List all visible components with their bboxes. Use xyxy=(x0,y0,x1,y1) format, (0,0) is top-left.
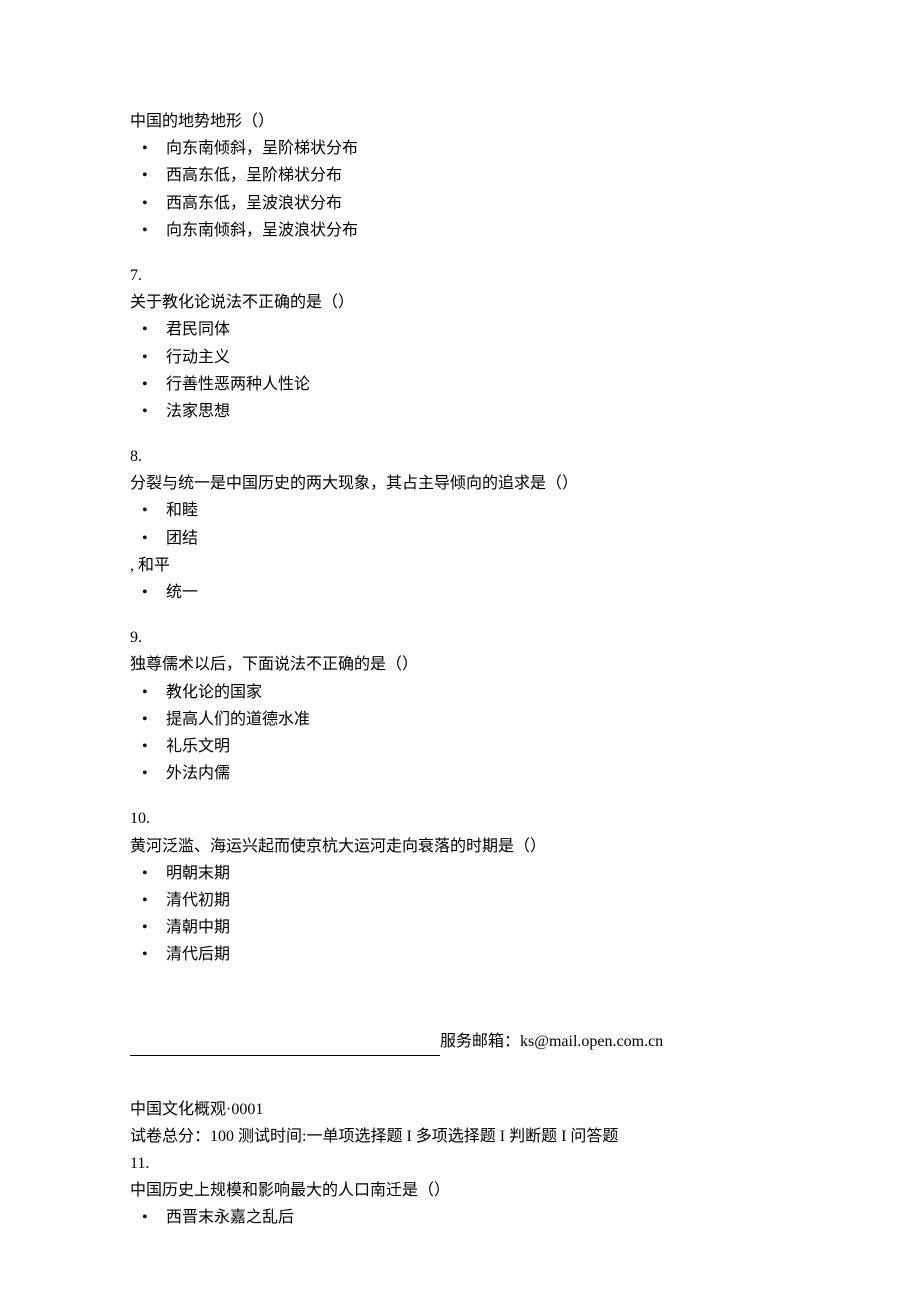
option-item: 教化论的国家 xyxy=(130,679,790,706)
option-list: 统一 xyxy=(130,579,790,606)
question-number: 9. xyxy=(130,624,790,651)
question-number: 11. xyxy=(130,1150,790,1177)
exam-title: 中国文化概观·0001 xyxy=(130,1096,790,1123)
option-item: 明朝末期 xyxy=(130,860,790,887)
option-item: 向东南倾斜，呈阶梯状分布 xyxy=(130,135,790,162)
option-item: 清代初期 xyxy=(130,887,790,914)
exam-header: 中国文化概观·0001 试卷总分：100 测试时间:一单项选择题 I 多项选择题… xyxy=(130,1096,790,1150)
option-list: 西晋末永嘉之乱后 xyxy=(130,1204,790,1231)
question-stem: 关于教化论说法不正确的是（） xyxy=(130,289,790,316)
question-stem: 中国的地势地形（） xyxy=(130,108,790,135)
option-list: 君民同体 行动主义 行善性恶两种人性论 法家思想 xyxy=(130,316,790,425)
question-stem: 中国历史上规模和影响最大的人口南迁是（） xyxy=(130,1177,790,1204)
question-stem: 黄河泛滥、海运兴起而使京杭大运河走向衰落的时期是（） xyxy=(130,833,790,860)
option-list: 向东南倾斜，呈阶梯状分布 西高东低，呈阶梯状分布 西高东低，呈波浪状分布 向东南… xyxy=(130,135,790,244)
question-number: 10. xyxy=(130,805,790,832)
question-number: 7. xyxy=(130,262,790,289)
option-item: 西高东低，呈阶梯状分布 xyxy=(130,162,790,189)
question-stem: 分裂与统一是中国历史的两大现象，其占主导倾向的追求是（） xyxy=(130,470,790,497)
footer-label: 服务邮箱： xyxy=(440,1033,520,1050)
option-item: 西晋末永嘉之乱后 xyxy=(130,1204,790,1231)
option-item: 向东南倾斜，呈波浪状分布 xyxy=(130,217,790,244)
option-item: 统一 xyxy=(130,579,790,606)
option-item: 清代后期 xyxy=(130,941,790,968)
option-item: 团结 xyxy=(130,525,790,552)
exam-subtitle: 试卷总分：100 测试时间:一单项选择题 I 多项选择题 I 判断题 I 问答题 xyxy=(130,1123,790,1150)
option-item: 法家思想 xyxy=(130,398,790,425)
option-item: 清朝中期 xyxy=(130,914,790,941)
question-stem: 独尊儒术以后，下面说法不正确的是（） xyxy=(130,651,790,678)
question-number: 8. xyxy=(130,443,790,470)
option-list: 教化论的国家 提高人们的道德水准 礼乐文明 外法内儒 xyxy=(130,679,790,788)
option-item: 提高人们的道德水准 xyxy=(130,706,790,733)
footer-line: 服务邮箱：ks@mail.open.com.cn xyxy=(130,1028,790,1055)
option-item: 行动主义 xyxy=(130,344,790,371)
option-item: 君民同体 xyxy=(130,316,790,343)
document-page: 中国的地势地形（） 向东南倾斜，呈阶梯状分布 西高东低，呈阶梯状分布 西高东低，… xyxy=(0,0,920,1301)
footer-email: ks@mail.open.com.cn xyxy=(520,1033,663,1050)
option-item: 西高东低，呈波浪状分布 xyxy=(130,190,790,217)
inline-option: , 和平 xyxy=(130,552,790,579)
option-item: 行善性恶两种人性论 xyxy=(130,371,790,398)
option-item: 和睦 xyxy=(130,497,790,524)
footer-underline xyxy=(130,1039,440,1056)
option-item: 外法内儒 xyxy=(130,760,790,787)
option-list: 明朝末期 清代初期 清朝中期 清代后期 xyxy=(130,860,790,969)
option-item: 礼乐文明 xyxy=(130,733,790,760)
option-list: 和睦 团结 xyxy=(130,497,790,551)
